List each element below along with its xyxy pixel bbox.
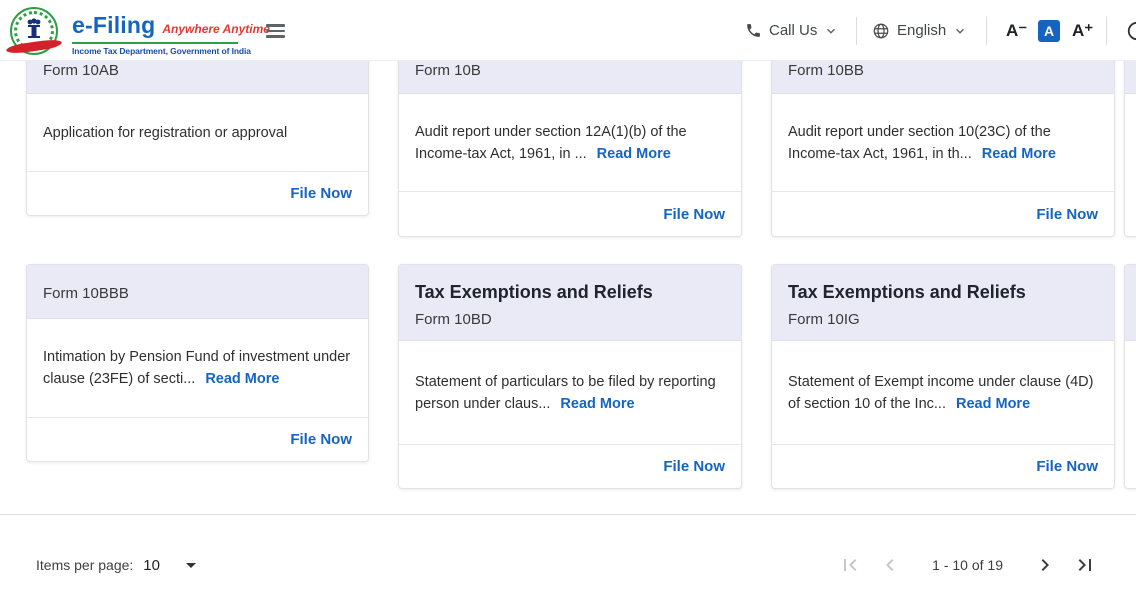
last-page-button[interactable] [1073, 553, 1097, 577]
read-more-link[interactable]: Read More [597, 146, 671, 162]
items-per-page-select[interactable]: 10 [143, 557, 160, 574]
card-body: Statement of particulars to be filed by … [399, 341, 741, 444]
menu-hamburger-icon[interactable] [266, 24, 285, 38]
form-card-partial [1124, 33, 1136, 237]
card-footer: File Now [27, 171, 368, 215]
chevron-left-icon [878, 553, 902, 577]
topbar-divider [1106, 17, 1107, 45]
file-now-link[interactable]: File Now [663, 458, 725, 475]
form-card-10bbb: Form 10BBB Intimation by Pension Fund of… [26, 264, 369, 462]
card-body: Audit report under section 10(23C) of th… [772, 94, 1114, 191]
card-body [1125, 94, 1136, 236]
form-card-10bd: Tax Exemptions and Reliefs Form 10BD Sta… [398, 264, 742, 489]
language-menu[interactable]: English [872, 0, 967, 61]
chevron-down-icon [824, 24, 838, 38]
brand-title: e-Filing [72, 12, 155, 39]
efiling-portal-page: Form 10AB Application for registration o… [0, 0, 1136, 589]
last-page-icon [1073, 553, 1097, 577]
form-card-10ig: Tax Exemptions and Reliefs Form 10IG Sta… [771, 264, 1115, 489]
form-name: Form 10BBB [43, 285, 129, 302]
card-body: Intimation by Pension Fund of investment… [27, 319, 368, 417]
font-size-default-button[interactable]: A [1038, 20, 1060, 42]
brand-green-rule [72, 42, 238, 44]
form-card-partial [1124, 264, 1136, 489]
call-us-label: Call Us [769, 22, 817, 39]
language-label: English [897, 22, 946, 39]
card-footer: File Now [772, 444, 1114, 488]
ashoka-pillar-icon [24, 18, 44, 42]
form-description: Application for registration or approval [43, 125, 287, 141]
card-body: Application for registration or approval [27, 94, 368, 171]
card-footer: File Now [772, 191, 1114, 236]
read-more-link[interactable]: Read More [956, 396, 1030, 412]
card-header: Form 10BBB [27, 265, 368, 319]
paginator-bar: Items per page: 10 1 - 10 of 19 [0, 514, 1136, 589]
card-body: Audit report under section 12A(1)(b) of … [399, 94, 741, 191]
brand-block: e-Filing Anywhere Anytime Income Tax Dep… [72, 12, 270, 56]
card-category-title: Tax Exemptions and Reliefs [788, 282, 1098, 303]
font-size-increase-button[interactable]: A⁺ [1072, 0, 1093, 61]
select-caret-icon[interactable] [186, 563, 196, 568]
file-now-link[interactable]: File Now [1036, 458, 1098, 475]
read-more-link[interactable]: Read More [982, 146, 1056, 162]
chevron-right-icon [1033, 553, 1057, 577]
card-footer: File Now [399, 444, 741, 488]
card-footer: File Now [399, 191, 741, 236]
card-footer: File Now [27, 417, 368, 461]
file-now-link[interactable]: File Now [1036, 206, 1098, 223]
brand-tagline: Anywhere Anytime [162, 22, 270, 36]
card-body [1125, 341, 1136, 488]
form-name: Form 10BB [788, 62, 864, 79]
file-now-link[interactable]: File Now [290, 185, 352, 202]
topbar-divider [986, 17, 987, 45]
form-name: Form 10AB [43, 62, 119, 79]
form-name: Form 10B [415, 62, 481, 79]
globe-icon [872, 22, 890, 40]
previous-page-button[interactable] [878, 553, 902, 577]
card-category-title: Tax Exemptions and Reliefs [415, 282, 725, 303]
first-page-icon [838, 553, 862, 577]
card-header [1125, 265, 1136, 341]
file-now-link[interactable]: File Now [290, 431, 352, 448]
form-card-10bb: Form 10BB Audit report under section 10(… [771, 33, 1115, 237]
contrast-toggle-icon[interactable] [1126, 20, 1136, 42]
next-page-button[interactable] [1033, 553, 1057, 577]
read-more-link[interactable]: Read More [560, 396, 634, 412]
form-description: Intimation by Pension Fund of investment… [43, 349, 350, 387]
items-per-page: Items per page: 10 [36, 557, 196, 574]
card-header: Tax Exemptions and Reliefs Form 10IG [772, 265, 1114, 341]
card-body: Statement of Exempt income under clause … [772, 341, 1114, 444]
items-per-page-label: Items per page: [36, 557, 133, 573]
chevron-down-icon [953, 24, 967, 38]
topbar-divider [856, 17, 857, 45]
first-page-button[interactable] [838, 553, 862, 577]
read-more-link[interactable]: Read More [205, 371, 279, 387]
file-now-link[interactable]: File Now [663, 206, 725, 223]
card-header: Tax Exemptions and Reliefs Form 10BD [399, 265, 741, 341]
page-controls: 1 - 10 of 19 [838, 553, 1097, 577]
brand-subtitle: Income Tax Department, Government of Ind… [72, 46, 270, 56]
call-us-menu[interactable]: Call Us [745, 0, 838, 61]
form-name: Form 10IG [788, 311, 1098, 328]
form-description: Statement of Exempt income under clause … [788, 374, 1093, 412]
font-size-decrease-button[interactable]: A⁻ [1006, 0, 1027, 61]
income-tax-dept-logo[interactable] [10, 7, 58, 55]
form-card-10b: Form 10B Audit report under section 12A(… [398, 33, 742, 237]
page-range-label: 1 - 10 of 19 [932, 557, 1003, 573]
form-name: Form 10BD [415, 311, 725, 328]
top-navigation-bar: e-Filing Anywhere Anytime Income Tax Dep… [0, 0, 1136, 61]
phone-icon [745, 22, 762, 39]
